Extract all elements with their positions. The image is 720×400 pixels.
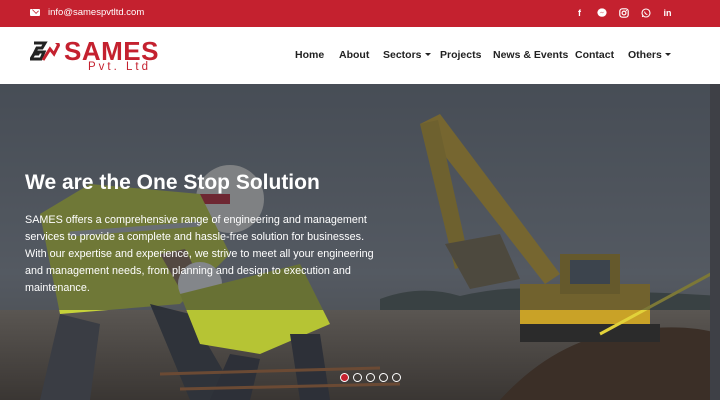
hero-title: We are the One Stop Solution xyxy=(25,171,320,194)
slider-dot-1[interactable] xyxy=(340,373,349,382)
whatsapp-icon[interactable] xyxy=(639,6,652,20)
top-contact-bar: info@samespvtltd.com f in xyxy=(0,0,720,27)
social-links: f in xyxy=(573,6,674,20)
nav-projects[interactable]: Projects xyxy=(440,49,481,61)
hero-slider: We are the One Stop Solution SAMES offer… xyxy=(0,84,720,400)
nav-about-label: About xyxy=(339,49,370,61)
site-header: SAMES Pvt. Ltd Home About Sectors Projec… xyxy=(0,27,720,84)
nav-news-events-label: News & Events xyxy=(493,49,569,61)
messenger-icon[interactable] xyxy=(595,6,608,20)
linkedin-icon[interactable]: in xyxy=(661,6,674,20)
nav-others-label: Others xyxy=(628,49,662,61)
nav-home[interactable]: Home xyxy=(295,49,324,61)
slider-dot-4[interactable] xyxy=(379,373,388,382)
email-contact[interactable]: info@samespvtltd.com xyxy=(30,7,144,18)
slider-dot-5[interactable] xyxy=(392,373,401,382)
slider-pagination xyxy=(340,373,401,382)
nav-projects-label: Projects xyxy=(440,49,482,61)
envelope-icon xyxy=(30,9,40,16)
facebook-icon[interactable]: f xyxy=(573,6,586,20)
nav-others[interactable]: Others xyxy=(628,49,671,61)
nav-sectors[interactable]: Sectors xyxy=(383,49,431,61)
hero-description: SAMES offers a comprehensive range of en… xyxy=(25,214,374,294)
nav-home-label: Home xyxy=(295,49,325,61)
nav-contact-label: Contact xyxy=(575,49,615,61)
email-text[interactable]: info@samespvtltd.com xyxy=(48,7,144,18)
chevron-down-icon xyxy=(664,53,671,56)
instagram-icon[interactable] xyxy=(617,6,630,20)
nav-contact[interactable]: Contact xyxy=(575,49,614,61)
nav-sectors-label: Sectors xyxy=(383,49,422,61)
nav-about[interactable]: About xyxy=(339,49,369,61)
main-navigation: Home About Sectors Projects News & Event… xyxy=(0,27,720,84)
slider-dot-3[interactable] xyxy=(366,373,375,382)
slider-dot-2[interactable] xyxy=(353,373,362,382)
chevron-down-icon xyxy=(424,53,431,56)
nav-news-events[interactable]: News & Events xyxy=(493,49,568,61)
